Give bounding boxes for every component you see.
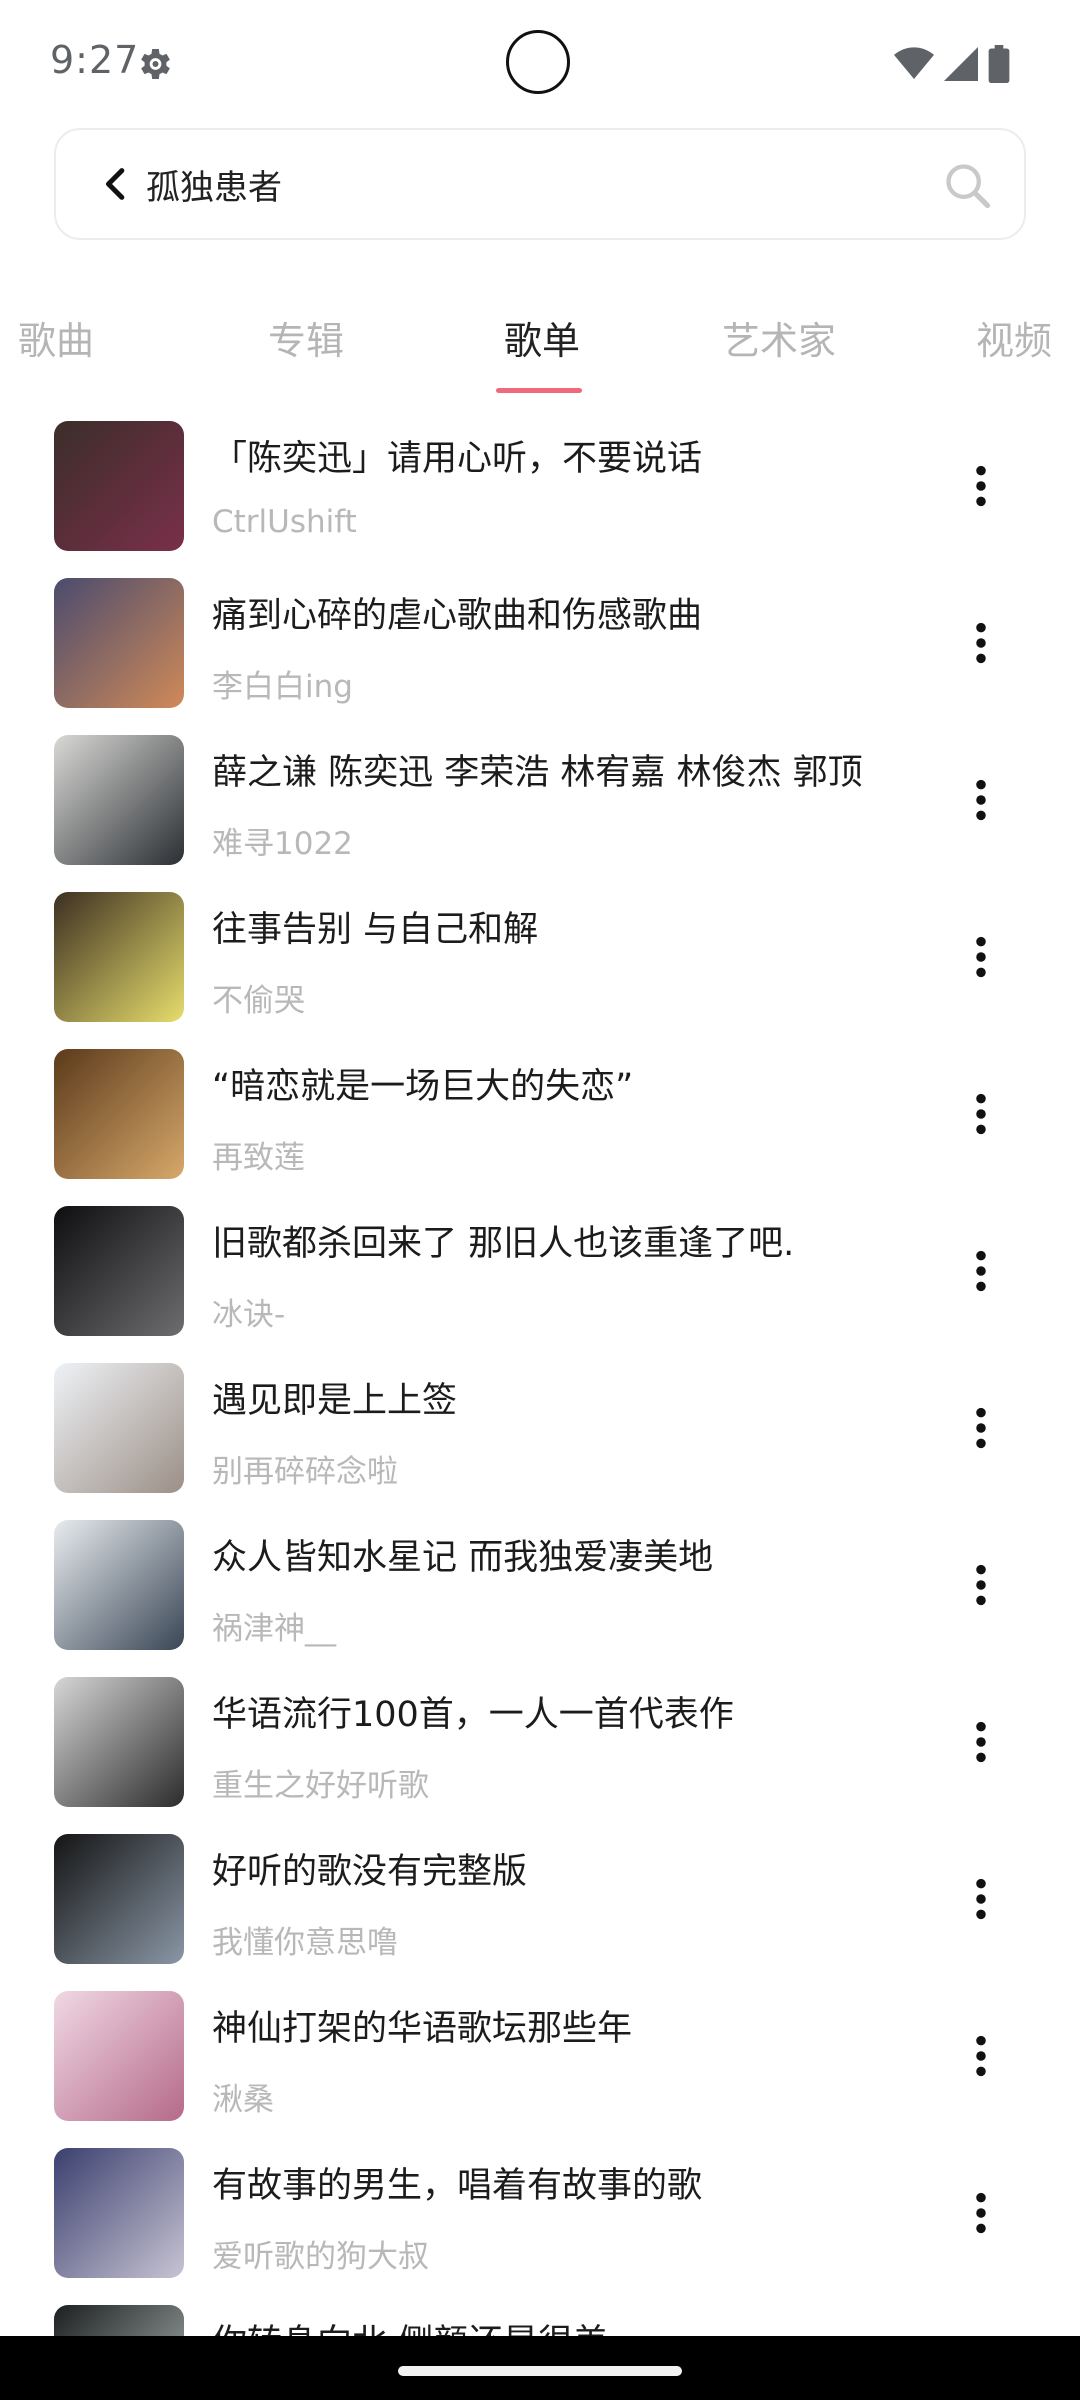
playlist-row[interactable]: 遇见即是上上签别再碎碎念啦 [0,1360,1080,1517]
home-gesture-pill[interactable] [398,2366,682,2376]
playlist-author: 我懂你意思噜 [212,1925,398,1961]
active-tab-indicator [496,388,582,393]
playlist-title: 众人皆知水星记 而我独爱凄美地 [212,1538,714,1578]
wifi-icon [894,47,934,79]
playlist-author: CtrlUshift [212,504,357,540]
more-options-icon[interactable] [966,2192,996,2234]
more-options-icon[interactable] [966,779,996,821]
search-bar[interactable]: 孤独患者 [54,128,1026,240]
screen: 9:27 孤独患者 歌曲 专辑 歌单 艺术家 视频 「陈奕迅」请用心听，不要说话… [0,0,1080,2400]
playlist-cover-image [54,578,184,708]
more-options-icon[interactable] [966,1093,996,1135]
tab-albums[interactable]: 专辑 [268,310,344,365]
playlist-author: 李白白ing [212,669,353,705]
playlist-author: 再致莲 [212,1140,305,1176]
playlist-row[interactable]: 好听的歌没有完整版我懂你意思噜 [0,1831,1080,1988]
category-tabs: 歌曲 专辑 歌单 艺术家 视频 [0,290,1080,400]
tab-playlists[interactable]: 歌单 [504,310,580,365]
playlist-title: 华语流行100首，一人一首代表作 [212,1695,734,1735]
playlist-row[interactable]: 往事告别 与自己和解不偷哭 [0,889,1080,1046]
tab-songs[interactable]: 歌曲 [18,310,94,365]
playlist-cover-image [54,2148,184,2278]
playlist-row[interactable]: 众人皆知水星记 而我独爱凄美地祸津神__ [0,1517,1080,1674]
more-options-icon[interactable] [966,1564,996,1606]
playlist-author: 别再碎碎念啦 [212,1454,398,1490]
playlist-row[interactable]: “暗恋就是一场巨大的失恋” 再致莲 [0,1046,1080,1203]
more-options-icon[interactable] [966,1878,996,1920]
settings-gear-icon [141,49,170,79]
playlist-author: 湫桑 [212,2082,274,2118]
status-time: 9:27 [50,38,140,82]
playlist-author: 祸津神__ [212,1611,336,1647]
playlist-cover-image [54,1677,184,1807]
playlist-title: 痛到心碎的虐心歌曲和伤感歌曲 [212,596,703,636]
playlist-row[interactable]: 「陈奕迅」请用心听，不要说话 CtrlUshift [0,418,1080,575]
more-options-icon[interactable] [966,1721,996,1763]
more-options-icon[interactable] [966,936,996,978]
search-query-text[interactable]: 孤独患者 [146,160,282,209]
playlist-cover-image [54,421,184,551]
navigation-bar [0,2336,1080,2400]
playlist-row[interactable]: 薛之谦 陈奕迅 李荣浩 林宥嘉 林俊杰 郭顶难寻1022 [0,732,1080,889]
playlist-cover-image [54,892,184,1022]
status-icons [894,44,1010,84]
more-options-icon[interactable] [966,622,996,664]
playlist-row[interactable]: 有故事的男生，唱着有故事的歌爱听歌的狗大叔 [0,2145,1080,2302]
playlist-cover-image [54,1520,184,1650]
playlist-cover-image [54,735,184,865]
playlist-results: 「陈奕迅」请用心听，不要说话 CtrlUshift 痛到心碎的虐心歌曲和伤感歌曲李白… [0,418,1080,2400]
more-options-icon[interactable] [966,2035,996,2077]
tab-artists[interactable]: 艺术家 [722,310,836,365]
camera-cutout [506,30,570,94]
playlist-author: 重生之好好听歌 [212,1768,429,1804]
playlist-author: 冰诀- [212,1297,286,1333]
playlist-cover-image [54,1991,184,2121]
playlist-title: 有故事的男生，唱着有故事的歌 [212,2166,703,2206]
playlist-title: 遇见即是上上签 [212,1381,458,1421]
back-arrow-icon[interactable] [96,164,136,204]
more-options-icon[interactable] [966,465,996,507]
playlist-cover-image [54,1834,184,1964]
battery-icon [988,45,1010,83]
playlist-cover-image [54,1363,184,1493]
playlist-title: 旧歌都杀回来了 那旧人也该重逢了吧. [212,1224,795,1264]
playlist-row[interactable]: 华语流行100首，一人一首代表作重生之好好听歌 [0,1674,1080,1831]
status-bar: 9:27 [0,0,1080,128]
playlist-author: 难寻1022 [212,826,353,862]
playlist-row[interactable]: 神仙打架的华语歌坛那些年湫桑 [0,1988,1080,2145]
playlist-cover-image [54,1206,184,1336]
playlist-title: 「陈奕迅」请用心听，不要说话 [212,439,703,479]
playlist-title: 神仙打架的华语歌坛那些年 [212,2009,633,2049]
playlist-title: 好听的歌没有完整版 [212,1852,528,1892]
playlist-row[interactable]: 旧歌都杀回来了 那旧人也该重逢了吧. 冰诀- [0,1203,1080,1360]
playlist-author: 爱听歌的狗大叔 [212,2239,429,2275]
tab-videos[interactable]: 视频 [976,310,1052,365]
more-options-icon[interactable] [966,1407,996,1449]
playlist-title: “暗恋就是一场巨大的失恋” [212,1067,634,1107]
more-options-icon[interactable] [966,1250,996,1292]
playlist-title: 往事告别 与自己和解 [212,910,539,950]
playlist-title: 薛之谦 陈奕迅 李荣浩 林宥嘉 林俊杰 郭顶 [212,753,863,793]
cellular-signal-icon [944,47,978,81]
playlist-cover-image [54,1049,184,1179]
search-icon[interactable] [942,160,994,212]
playlist-row[interactable]: 痛到心碎的虐心歌曲和伤感歌曲李白白ing [0,575,1080,732]
playlist-author: 不偷哭 [212,983,305,1019]
